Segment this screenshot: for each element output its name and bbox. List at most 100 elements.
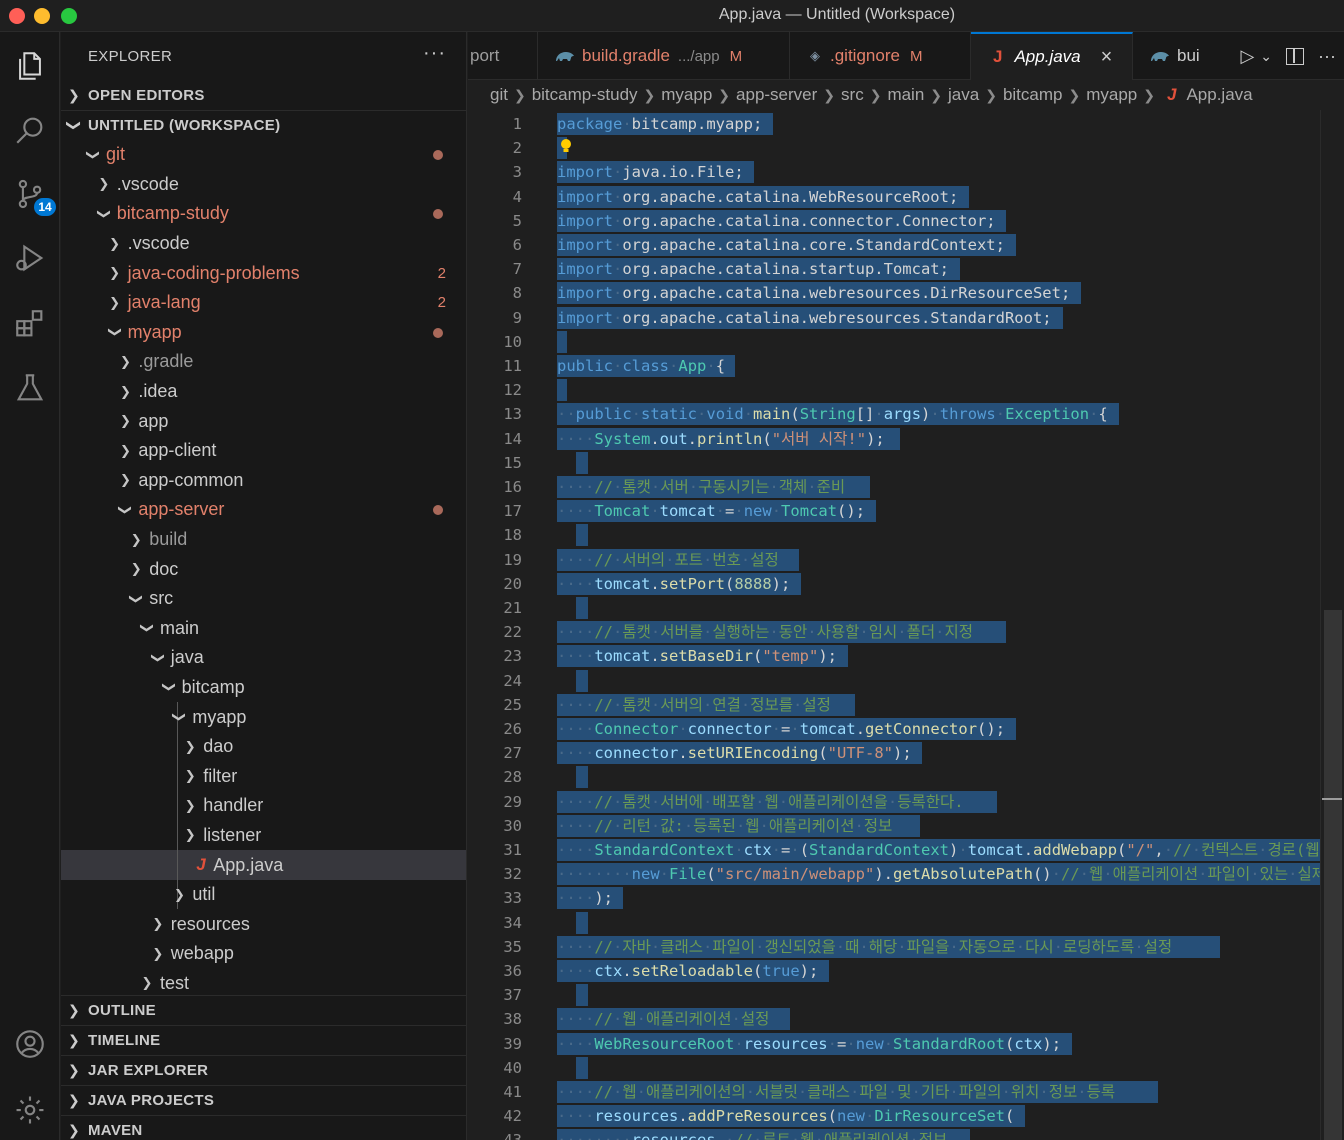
- folder-item[interactable]: ❯ app-client: [61, 436, 466, 466]
- folder-item[interactable]: ❯ myapp: [61, 318, 466, 348]
- folder-label: java-coding-problems: [127, 262, 300, 283]
- open-editors-section[interactable]: ❯ OPEN EDITORS: [61, 80, 466, 110]
- explorer-icon[interactable]: [8, 44, 52, 88]
- breadcrumb-item[interactable]: main: [887, 85, 924, 105]
- tab-port[interactable]: port: [468, 32, 538, 80]
- folder-item[interactable]: ❯ myapp: [61, 702, 466, 732]
- settings-gear-icon[interactable]: [8, 1088, 52, 1132]
- code-editor[interactable]: 1 package·bitcamp.myapp; 2 3 import·java.io.…: [468, 110, 1344, 1140]
- breadcrumb-item[interactable]: bitcamp: [1003, 85, 1063, 105]
- folder-item[interactable]: ❯ filter: [61, 761, 466, 792]
- code-line: 33 ····);: [468, 886, 1344, 910]
- line-number: 23: [503, 647, 522, 666]
- folder-item[interactable]: ❯ .vscode: [61, 229, 466, 259]
- tab-build-gradle[interactable]: build.gradle .../app M: [538, 32, 790, 80]
- window-title: App.java — Untitled (Workspace): [718, 6, 956, 23]
- selection-highlight: [575, 766, 588, 789]
- indent-guide: [177, 731, 179, 762]
- search-icon[interactable]: [8, 108, 52, 152]
- more-actions-button[interactable]: ···: [423, 42, 446, 65]
- breadcrumb-item[interactable]: java: [948, 85, 979, 105]
- folder-item[interactable]: ❯ bitcamp: [61, 673, 466, 703]
- run-dropdown-button[interactable]: ⌄: [1260, 48, 1272, 65]
- line-number: 10: [503, 332, 522, 351]
- section-timeline[interactable]: ❯ TIMELINE: [61, 1025, 466, 1055]
- folder-item[interactable]: ❯ handler: [61, 791, 466, 821]
- folder-item[interactable]: ❯ bitcamp-study: [61, 199, 466, 229]
- folder-item[interactable]: ❯ .idea: [61, 377, 466, 407]
- folder-item[interactable]: ❯ .gradle: [61, 347, 466, 377]
- folder-item[interactable]: ❯ util: [61, 879, 466, 910]
- line-number: 20: [503, 574, 522, 593]
- folder-item[interactable]: ❯ app-server: [61, 495, 466, 525]
- close-tab-button[interactable]: ×: [1101, 46, 1113, 69]
- folder-item[interactable]: ❯ build: [61, 525, 466, 555]
- section-outline[interactable]: ❯ OUTLINE: [61, 995, 466, 1025]
- section-jar-explorer[interactable]: ❯ JAR EXPLORER: [61, 1055, 466, 1085]
- line-number: 30: [503, 816, 522, 835]
- folder-item[interactable]: ❯ src: [61, 584, 466, 614]
- folder-item[interactable]: ❯ java: [61, 643, 466, 673]
- breadcrumb-item[interactable]: git: [490, 85, 508, 105]
- folder-label: myapp: [192, 706, 247, 727]
- code-line: 42 ····resources.addPreResources(new·DirR…: [468, 1104, 1344, 1128]
- breadcrumb-item[interactable]: src: [841, 85, 864, 105]
- code-text: ····//·톰캣·서버의·연결·정보를·설정: [557, 695, 831, 714]
- editor-scrollbar[interactable]: [1320, 110, 1344, 1140]
- file-label: App.java: [213, 854, 284, 875]
- scrollbar-thumb[interactable]: [1324, 610, 1342, 1140]
- folder-item[interactable]: ❯ test: [61, 969, 466, 999]
- code-line: 37: [468, 983, 1344, 1007]
- breadcrumb-item[interactable]: bitcamp-study: [532, 85, 638, 105]
- testing-icon[interactable]: [8, 366, 52, 410]
- folder-item[interactable]: ❯ java-coding-problems 2: [61, 258, 466, 288]
- line-number: 32: [503, 865, 522, 884]
- git-modified-dot: [433, 327, 443, 338]
- chevron-down-icon: ❯: [107, 326, 123, 338]
- run-button[interactable]: ▷: [1240, 46, 1254, 67]
- code-text: ····ctx.setReloadable(true);: [557, 962, 819, 980]
- line-number: 21: [503, 599, 522, 617]
- section-maven[interactable]: ❯ MAVEN: [61, 1115, 466, 1140]
- folder-item[interactable]: ❯ dao: [61, 731, 466, 762]
- folder-item[interactable]: ❯ resources: [61, 909, 466, 939]
- file-item[interactable]: J App.java: [61, 850, 466, 880]
- more-editor-actions-button[interactable]: ···: [1318, 46, 1336, 67]
- split-editor-icon[interactable]: [1286, 47, 1305, 65]
- account-icon[interactable]: [8, 1022, 52, 1066]
- line-number: 31: [503, 841, 522, 859]
- run-debug-icon[interactable]: [8, 236, 52, 280]
- breadcrumb-item[interactable]: App.java: [1186, 85, 1252, 105]
- chevron-right-icon: ❯: [184, 738, 196, 754]
- folder-item[interactable]: ❯ app-common: [61, 466, 466, 496]
- folder-item[interactable]: ❯ .vscode: [61, 170, 466, 200]
- tab-app-java[interactable]: J App.java ×: [971, 32, 1133, 80]
- folder-item[interactable]: ❯ git: [61, 140, 466, 170]
- breadcrumb-item[interactable]: myapp: [661, 85, 712, 105]
- tab-gitignore[interactable]: ◈ .gitignore M: [790, 32, 971, 80]
- section-java-projects[interactable]: ❯ JAVA PROJECTS: [61, 1085, 466, 1115]
- selection-highlight: [575, 1056, 588, 1079]
- folder-item[interactable]: ❯ java-lang 2: [61, 288, 466, 318]
- folder-item[interactable]: ❯ app: [61, 406, 466, 436]
- folder-item[interactable]: ❯ main: [61, 614, 466, 644]
- folder-item[interactable]: ❯ listener: [61, 820, 466, 851]
- folder-item[interactable]: ❯ webapp: [61, 939, 466, 969]
- folder-label: app-client: [138, 440, 217, 461]
- code-line: 13 ··public·static·void·main(String[]·arg…: [468, 402, 1344, 426]
- code-text: package·bitcamp.myapp;: [557, 115, 763, 133]
- breadcrumb-item[interactable]: app-server: [736, 85, 817, 105]
- chevron-right-icon: ❯: [184, 797, 196, 813]
- code-text: ········new·File("src/main/webapp").getA…: [557, 865, 1327, 884]
- section-label: TIMELINE: [88, 1032, 161, 1049]
- chevron-right-icon: ❯: [152, 916, 164, 932]
- source-control-icon[interactable]: 14: [8, 172, 56, 216]
- git-modified-dot: [433, 505, 443, 516]
- breadcrumb-item[interactable]: myapp: [1086, 85, 1137, 105]
- lightbulb-icon[interactable]: [560, 138, 572, 156]
- workspace-section[interactable]: ❯ UNTITLED (WORKSPACE): [61, 110, 466, 140]
- folder-item[interactable]: ❯ doc: [61, 554, 466, 584]
- folder-label: bitcamp-study: [116, 203, 229, 224]
- extensions-icon[interactable]: [8, 302, 52, 346]
- tab-bui[interactable]: bui: [1133, 32, 1233, 80]
